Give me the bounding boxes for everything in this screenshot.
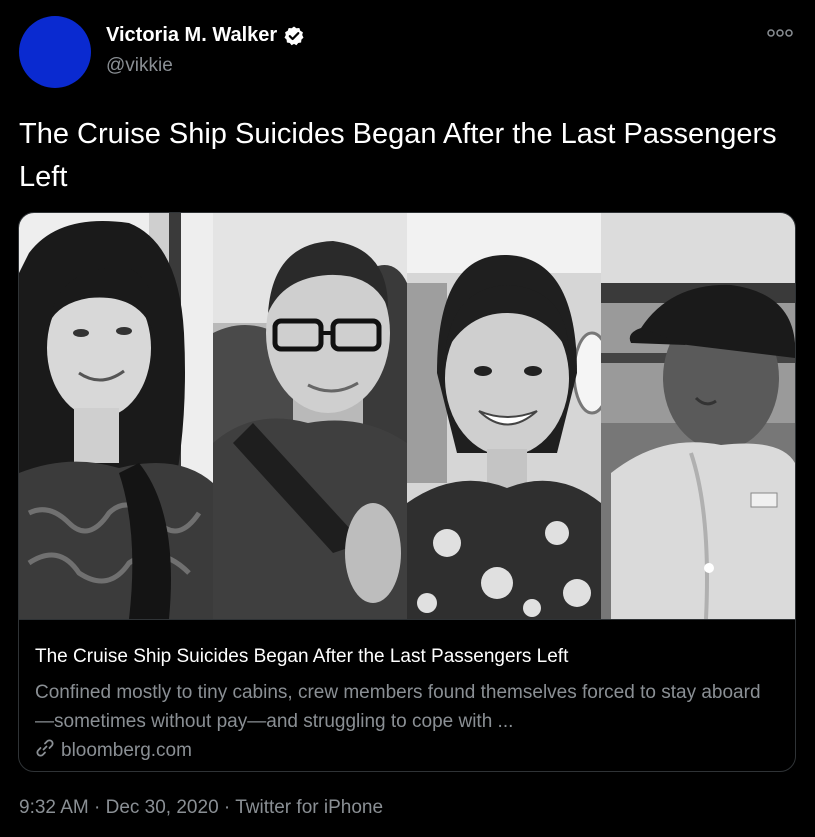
meta-separator: · (223, 797, 231, 818)
photo-man-glasses (213, 213, 407, 619)
card-body[interactable]: The Cruise Ship Suicides Began After the… (19, 619, 795, 771)
meta-separator: · (94, 797, 101, 818)
tweet-text: The Cruise Ship Suicides Began After the… (19, 118, 777, 193)
photo-woman (19, 213, 213, 619)
author-handle[interactable]: @vikkie (106, 55, 173, 77)
author-display-name[interactable]: Victoria M. Walker (106, 24, 277, 47)
link-icon (35, 738, 55, 764)
card-title[interactable]: The Cruise Ship Suicides Began After the… (35, 646, 568, 668)
verified-badge-icon (283, 25, 305, 47)
photo-man-cap (601, 213, 795, 619)
author-name-row[interactable]: Victoria M. Walker (106, 24, 305, 47)
tweet-meta: 9:32 AM · Dec 30, 2020 · Twitter for iPh… (19, 797, 383, 819)
avatar[interactable] (19, 16, 91, 88)
card-domain[interactable]: bloomberg.com (61, 740, 192, 762)
tweet-time[interactable]: 9:32 AM (19, 797, 89, 818)
card-image[interactable] (19, 213, 795, 619)
photo-woman-smiling (407, 213, 601, 619)
more-options-icon[interactable] (767, 26, 793, 40)
tweet-source[interactable]: Twitter for iPhone (235, 797, 383, 818)
card-description: Confined mostly to tiny cabins, crew mem… (35, 682, 761, 732)
link-card[interactable]: The Cruise Ship Suicides Began After the… (18, 212, 796, 772)
card-domain-link[interactable]: bloomberg.com (35, 738, 192, 764)
tweet-date[interactable]: Dec 30, 2020 (106, 797, 219, 818)
